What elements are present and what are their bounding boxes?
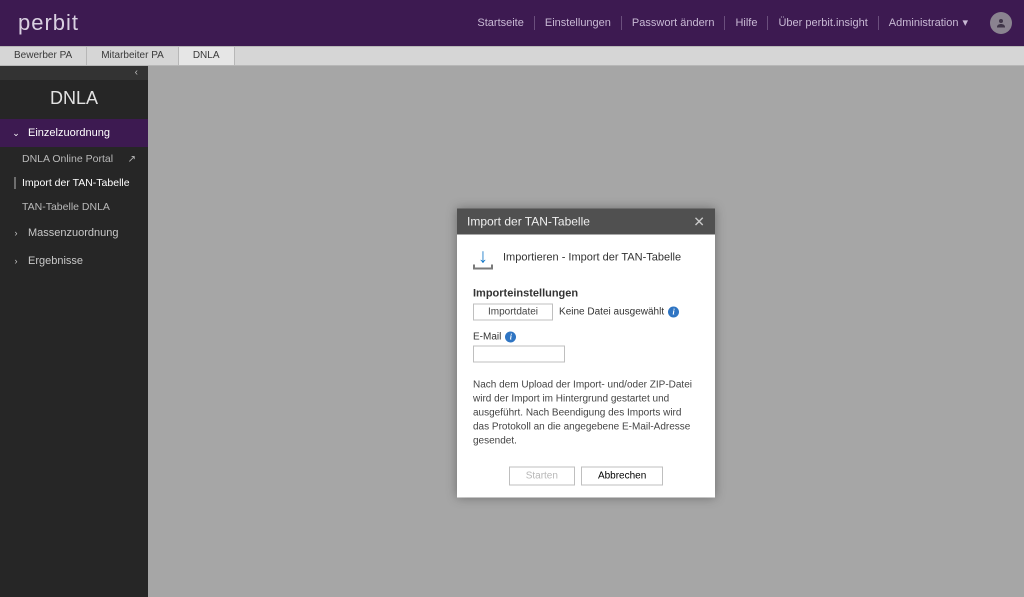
import-description: Nach dem Upload der Import- und/oder ZIP…: [473, 378, 699, 448]
info-icon[interactable]: i: [505, 331, 516, 342]
sidebar-item-import-tan[interactable]: Import der TAN-Tabelle: [0, 171, 148, 195]
external-link-icon: ↗: [128, 154, 136, 165]
sidebar: ‹ DNLA ⌄ Einzelzuordnung DNLA Online Por…: [0, 66, 148, 597]
modal-heading: Importieren - Import der TAN-Tabelle: [503, 252, 681, 264]
info-icon[interactable]: i: [668, 306, 679, 317]
sidebar-group-einzelzuordnung[interactable]: ⌄ Einzelzuordnung: [0, 119, 148, 147]
sidebar-group-label: Massenzuordnung: [28, 227, 119, 239]
crumb-bewerber[interactable]: Bewerber PA: [0, 47, 87, 65]
email-row: E-Mail i: [473, 330, 699, 362]
nav-about[interactable]: Über perbit.insight: [767, 16, 877, 30]
top-nav: Startseite Einstellungen Passwort ändern…: [467, 12, 1012, 34]
chevron-left-icon: ‹: [135, 67, 138, 78]
sidebar-item-label: DNLA Online Portal: [22, 153, 113, 165]
logo: perbit: [18, 10, 79, 36]
nav-administration[interactable]: Administration ▾: [878, 16, 978, 30]
chevron-down-icon: ⌄: [12, 128, 20, 139]
crumb-dnla[interactable]: DNLA: [179, 47, 235, 65]
main-area: ‹ DNLA ⌄ Einzelzuordnung DNLA Online Por…: [0, 66, 1024, 597]
import-settings-label: Importeinstellungen: [473, 287, 699, 299]
crumb-mitarbeiter[interactable]: Mitarbeiter PA: [87, 47, 179, 65]
user-avatar[interactable]: [990, 12, 1012, 34]
file-status-text: Keine Datei ausgewählt: [559, 306, 664, 317]
email-label-text: E-Mail: [473, 331, 501, 342]
file-row: Importdatei Keine Datei ausgewählt i: [473, 303, 699, 320]
sidebar-group-massenzuordnung[interactable]: › Massenzuordnung: [0, 219, 148, 247]
content-area: Import der TAN-Tabelle ✕ ↓ Importieren -…: [148, 66, 1024, 597]
email-label: E-Mail i: [473, 331, 516, 342]
sidebar-collapse[interactable]: ‹: [0, 66, 148, 80]
modal-import-tan: Import der TAN-Tabelle ✕ ↓ Importieren -…: [457, 208, 715, 497]
choose-file-button[interactable]: Importdatei: [473, 303, 553, 320]
nav-startseite[interactable]: Startseite: [467, 16, 533, 30]
sidebar-title: DNLA: [0, 80, 148, 119]
caret-down-icon: ▾: [962, 16, 968, 30]
nav-passwort[interactable]: Passwort ändern: [621, 16, 725, 30]
chevron-right-icon: ›: [12, 228, 20, 238]
sidebar-group-label: Einzelzuordnung: [28, 127, 110, 139]
email-field[interactable]: [473, 345, 565, 362]
download-arrow-icon: ↓: [478, 246, 488, 266]
sidebar-item-label: TAN-Tabelle DNLA: [22, 201, 110, 213]
modal-footer: Starten Abbrechen: [457, 458, 715, 497]
import-icon: ↓: [473, 246, 493, 269]
start-button[interactable]: Starten: [509, 466, 575, 485]
file-status: Keine Datei ausgewählt i: [559, 306, 679, 317]
close-icon[interactable]: ✕: [693, 214, 705, 228]
breadcrumb-bar: Bewerber PA Mitarbeiter PA DNLA: [0, 46, 1024, 66]
modal-body: ↓ Importieren - Import der TAN-Tabelle I…: [457, 234, 715, 458]
sidebar-group-ergebnisse[interactable]: › Ergebnisse: [0, 247, 148, 275]
modal-header: Import der TAN-Tabelle ✕: [457, 208, 715, 234]
sidebar-item-tan-tabelle[interactable]: TAN-Tabelle DNLA: [0, 195, 148, 219]
nav-einstellungen[interactable]: Einstellungen: [534, 16, 621, 30]
sidebar-item-label: Import der TAN-Tabelle: [22, 177, 130, 189]
person-icon: [995, 17, 1007, 29]
chevron-right-icon: ›: [12, 256, 20, 266]
sidebar-item-dnla-online-portal[interactable]: DNLA Online Portal ↗: [0, 147, 148, 171]
nav-administration-label: Administration: [889, 16, 959, 30]
top-bar: perbit Startseite Einstellungen Passwort…: [0, 0, 1024, 46]
modal-title: Import der TAN-Tabelle: [467, 214, 590, 228]
download-tray-icon: [473, 264, 493, 269]
nav-hilfe[interactable]: Hilfe: [724, 16, 767, 30]
cancel-button[interactable]: Abbrechen: [581, 466, 663, 485]
modal-heading-row: ↓ Importieren - Import der TAN-Tabelle: [473, 246, 699, 269]
sidebar-group-label: Ergebnisse: [28, 255, 83, 267]
